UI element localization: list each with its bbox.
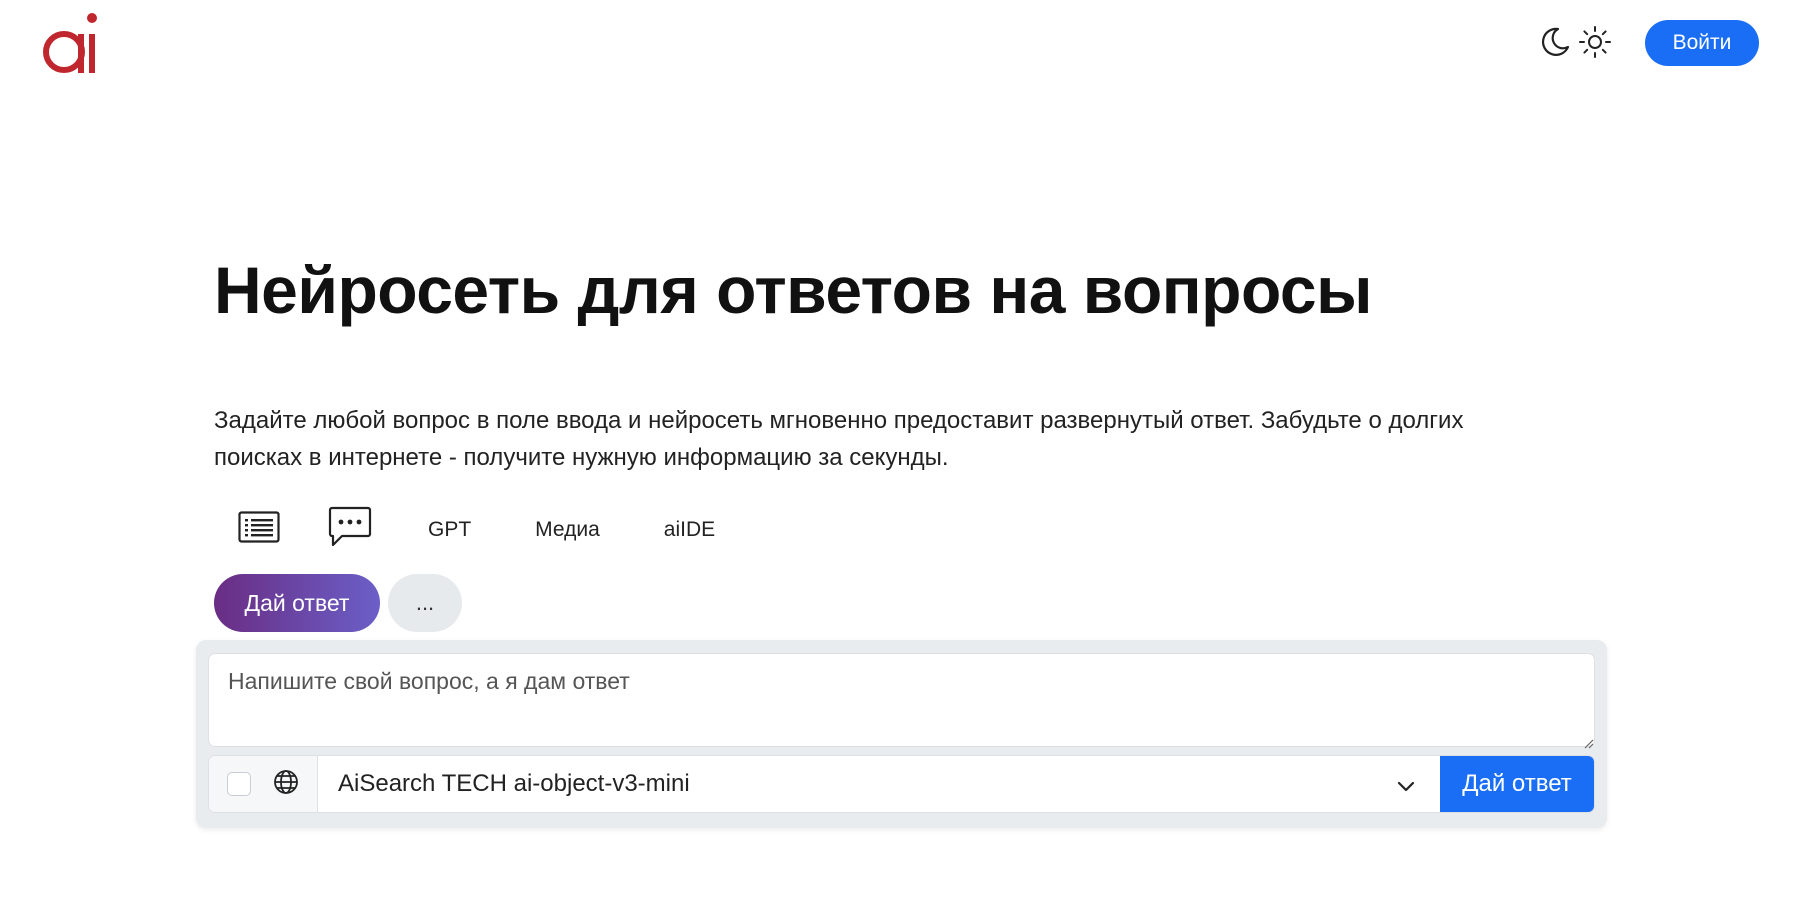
tab-aiide[interactable]: aiIDE: [664, 505, 715, 555]
chevron-down-icon: [1396, 775, 1416, 803]
site-header: Войти: [0, 0, 1797, 100]
page-description: Задайте любой вопрос в поле ввода и нейр…: [214, 407, 1464, 471]
page-title: Нейросеть для ответов на вопросы: [214, 253, 1372, 327]
more-modes-button[interactable]: ...: [388, 574, 462, 632]
tab-media[interactable]: Медиа: [535, 505, 600, 555]
web-search-checkbox[interactable]: [227, 772, 251, 796]
tab-list[interactable]: [238, 505, 280, 555]
composer-controls: AiSearch TECH ai-object-v3-mini Дай отве…: [208, 755, 1595, 813]
action-pills: Дай ответ ...: [214, 574, 462, 632]
mode-tabs: GPT Медиа aiIDE: [238, 505, 715, 555]
tab-gpt[interactable]: GPT: [428, 505, 471, 555]
resize-handle-icon[interactable]: [1584, 736, 1594, 749]
theme-toggle[interactable]: [1538, 22, 1618, 62]
moon-icon[interactable]: [1538, 25, 1572, 59]
sun-icon[interactable]: [1578, 25, 1612, 59]
submit-answer-button[interactable]: Дай ответ: [1440, 756, 1594, 812]
tab-chat[interactable]: [328, 505, 372, 555]
question-composer: AiSearch TECH ai-object-v3-mini Дай отве…: [196, 640, 1607, 828]
answer-mode-pill[interactable]: Дай ответ: [214, 574, 380, 632]
web-search-addon: [209, 756, 318, 812]
model-select[interactable]: AiSearch TECH ai-object-v3-mini: [318, 756, 1440, 812]
chat-bubble-icon: [328, 506, 372, 554]
list-icon: [238, 511, 280, 549]
globe-icon: [273, 769, 299, 800]
question-input[interactable]: [208, 653, 1595, 747]
logo[interactable]: [40, 10, 110, 76]
model-select-value: AiSearch TECH ai-object-v3-mini: [338, 770, 690, 797]
login-button[interactable]: Войти: [1645, 20, 1759, 66]
